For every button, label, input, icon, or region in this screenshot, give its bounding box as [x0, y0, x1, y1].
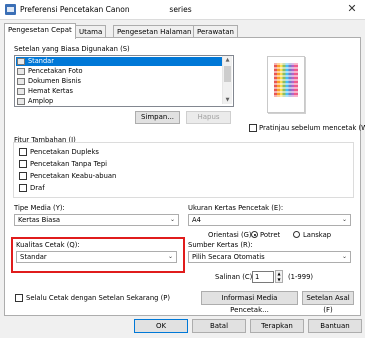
portrait-radio[interactable]	[251, 231, 258, 238]
help-button[interactable]: Bantuan	[308, 319, 362, 333]
list-item-label: Pencetakan Foto	[28, 67, 83, 75]
increment-icon[interactable]: ▲	[276, 271, 282, 276]
draft-checkbox[interactable]	[19, 184, 27, 192]
list-item[interactable]: Pencetakan Foto	[16, 67, 222, 76]
presets-label: Setelan yang Biasa Digunakan (S)	[14, 45, 130, 53]
duplex-checkbox[interactable]	[19, 148, 27, 156]
borderless-checkbox[interactable]	[19, 160, 27, 168]
scroll-thumb[interactable]	[224, 66, 231, 82]
print-quality-select[interactable]: Standar ⌄	[16, 251, 177, 263]
preview-checkbox-label: Pratinjau sebelum mencetak (W)	[259, 124, 365, 132]
always-print-checkbox[interactable]	[15, 294, 23, 302]
duplex-label: Pencetakan Dupleks	[30, 148, 99, 156]
copies-range: (1-999)	[288, 273, 314, 281]
chevron-down-icon: ⌄	[169, 216, 175, 223]
presets-scrollbar[interactable]: ▲ ▼	[222, 56, 232, 104]
preview-checkbox[interactable]	[249, 124, 257, 132]
copies-stepper[interactable]: ▲ ▼	[275, 270, 283, 283]
list-item-label: Standar	[28, 57, 54, 65]
orientation-label: Orientasi (G):	[208, 231, 254, 239]
print-quality-label: Kualitas Cetak (Q):	[16, 241, 80, 249]
list-item-label: Dokumen Bisnis	[28, 77, 81, 85]
paper-source-value: Pilih Secara Otomatis	[192, 253, 265, 261]
printer-app-icon	[5, 4, 16, 15]
media-type-select[interactable]: Kertas Biasa ⌄	[14, 214, 179, 226]
media-info-button[interactable]: Informasi Media Pencetak...	[201, 291, 298, 314]
chevron-down-icon: ⌄	[341, 216, 347, 223]
copies-input[interactable]: 1	[252, 271, 274, 283]
document-icon	[17, 58, 25, 65]
defaults-button[interactable]: Setelan Asal (F)	[302, 291, 354, 314]
list-item[interactable]: Standar	[16, 57, 222, 66]
always-print-label: Selalu Cetak dengan Setelan Sekarang (P)	[26, 294, 170, 302]
envelope-icon	[17, 98, 25, 105]
list-item[interactable]: Dokumen Bisnis	[16, 77, 222, 86]
scroll-up-icon[interactable]: ▲	[223, 56, 232, 64]
apply-button[interactable]: Terapkan	[250, 319, 304, 333]
grayscale-label: Pencetakan Keabu-abuan	[30, 172, 117, 180]
print-quality-value: Standar	[20, 253, 47, 261]
paper-source-select[interactable]: Pilih Secara Otomatis ⌄	[188, 251, 351, 263]
draft-label: Draf	[30, 184, 45, 192]
tab-quick-setup[interactable]: Pengesetan Cepat	[4, 23, 76, 39]
paper-source-label: Sumber Kertas (R):	[188, 241, 253, 249]
portrait-label: Potret	[260, 231, 281, 239]
window-title-suffix: series	[169, 5, 192, 14]
list-item[interactable]: Amplop	[16, 97, 222, 106]
preview-image	[274, 63, 298, 97]
landscape-label: Lanskap	[303, 231, 332, 239]
paper-preview	[267, 56, 305, 113]
window-title: Preferensi Pencetakan Canon series	[20, 5, 192, 14]
media-type-value: Kertas Biasa	[18, 216, 61, 224]
list-item[interactable]: Hemat Kertas	[16, 87, 222, 96]
photo-icon	[17, 68, 25, 75]
paper-size-select[interactable]: A4 ⌄	[188, 214, 351, 226]
decrement-icon[interactable]: ▼	[276, 277, 282, 282]
chevron-down-icon: ⌄	[341, 253, 347, 260]
list-item-label: Amplop	[28, 97, 54, 105]
chevron-down-icon: ⌄	[167, 253, 173, 260]
copies-label: Salinan (C):	[215, 273, 255, 281]
title-bar: Preferensi Pencetakan Canon series ✕	[0, 0, 365, 20]
redacted-model-name	[132, 6, 168, 14]
save-button[interactable]: Simpan...	[135, 111, 180, 124]
media-type-label: Tipe Media (Y):	[14, 204, 65, 212]
cancel-button[interactable]: Batal	[192, 319, 246, 333]
borderless-label: Pencetakan Tanpa Tepi	[30, 160, 108, 168]
list-item-label: Hemat Kertas	[28, 87, 73, 95]
delete-button[interactable]: Hapus	[186, 111, 231, 124]
paper-size-label: Ukuran Kertas Pencetak (E):	[188, 204, 284, 212]
landscape-radio[interactable]	[293, 231, 300, 238]
paper-saving-icon	[17, 88, 25, 95]
window-title-prefix: Preferensi Pencetakan Canon	[20, 5, 130, 14]
paper-size-value: A4	[192, 216, 201, 224]
ok-button[interactable]: OK	[134, 319, 188, 333]
grayscale-checkbox[interactable]	[19, 172, 27, 180]
close-icon[interactable]: ✕	[345, 2, 359, 16]
business-document-icon	[17, 78, 25, 85]
presets-list[interactable]: Standar Pencetakan Foto Dokumen Bisnis H…	[14, 55, 234, 107]
scroll-down-icon[interactable]: ▼	[223, 96, 232, 104]
